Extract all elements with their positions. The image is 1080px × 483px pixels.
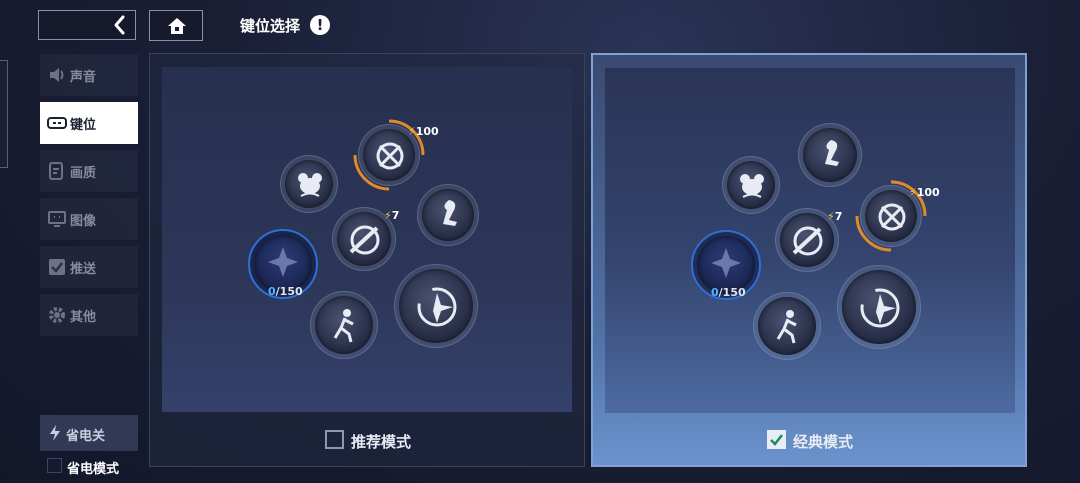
chevron-left-icon xyxy=(114,15,125,35)
evade-skill-button[interactable] xyxy=(310,291,378,359)
skill-charge-badge: ⚡7 xyxy=(384,209,399,222)
page-title: 键位选择 xyxy=(240,17,301,35)
bear-icon xyxy=(740,174,764,198)
home-button[interactable] xyxy=(149,10,203,41)
layout-panel-recommended[interactable]: ⚡100 ⚡7 0/150 推荐模式 xyxy=(149,53,585,467)
checkmark-icon xyxy=(770,434,783,446)
power-saving-button[interactable]: 省电关 xyxy=(40,415,138,451)
ultimate-total: /150 xyxy=(718,286,746,299)
running-girl-icon xyxy=(333,309,354,343)
bolt-icon: ⚡ xyxy=(408,125,416,138)
mode-checkbox-classic[interactable] xyxy=(767,430,786,449)
sidebar-item-other[interactable]: 其他 xyxy=(40,294,138,336)
special-skill-button[interactable] xyxy=(394,264,478,348)
bolt-icon: ⚡ xyxy=(827,210,835,223)
sidebar-item-image[interactable]: 图像 xyxy=(40,198,138,240)
sidebar-item-sound[interactable]: 声音 xyxy=(40,54,138,96)
side-edge-tab xyxy=(0,60,8,168)
energy-badge: ⚡100 xyxy=(408,125,439,138)
energy-value: 100 xyxy=(415,125,439,138)
ultimate-current: 0 xyxy=(268,285,276,298)
bolt-icon: ⚡ xyxy=(384,209,392,222)
layout-preview: ⚡100 ⚡7 0/150 xyxy=(162,67,572,412)
bear-icon xyxy=(298,173,322,197)
skill-charge-badge: ⚡7 xyxy=(827,210,842,223)
phone-quality-icon xyxy=(49,162,63,180)
mode-label: 经典模式 xyxy=(793,433,854,451)
sidebar-item-keybind[interactable]: 键位 xyxy=(40,102,138,144)
dodge-skill-button[interactable] xyxy=(722,156,780,214)
bolt-icon: ⚡ xyxy=(909,186,917,199)
power-mode-label: 省电模式 xyxy=(67,462,120,477)
ultimate-energy-counter: 0/150 xyxy=(268,285,303,298)
kick-skill-button[interactable] xyxy=(417,184,479,246)
evade-skill-button[interactable] xyxy=(753,292,821,360)
skill-charge-value: 7 xyxy=(391,209,400,222)
running-girl-icon xyxy=(776,310,797,344)
energy-value: 100 xyxy=(916,186,940,199)
home-icon xyxy=(168,18,186,34)
back-button[interactable] xyxy=(38,10,136,40)
ultimate-emblem-icon xyxy=(711,248,741,278)
ultimate-emblem-icon xyxy=(268,247,298,277)
dodge-skill-button[interactable] xyxy=(280,155,338,213)
gear-icon xyxy=(49,307,65,323)
kick-icon xyxy=(443,200,457,226)
sidebar-item-label: 图像 xyxy=(70,214,97,229)
sidebar-item-quality[interactable]: 画质 xyxy=(40,150,138,192)
layout-panel-classic[interactable]: ⚡100 ⚡7 0/150 经典模式 xyxy=(591,53,1027,467)
info-icon[interactable]: ! xyxy=(310,15,330,35)
checkbox-icon xyxy=(49,259,65,275)
swirl-icon xyxy=(417,287,457,327)
slash-icon xyxy=(349,225,380,255)
power-mode-checkbox[interactable] xyxy=(47,458,62,473)
kick-skill-button[interactable] xyxy=(798,123,862,187)
speaker-icon xyxy=(50,68,64,82)
skill-charge-value: 7 xyxy=(834,210,843,223)
kick-icon xyxy=(825,140,839,166)
monitor-icon xyxy=(48,211,66,227)
mode-checkbox-recommended[interactable] xyxy=(325,430,344,449)
slash-icon xyxy=(792,226,823,256)
sidebar-item-label: 键位 xyxy=(70,118,97,133)
power-saving-label: 省电关 xyxy=(66,429,106,444)
ultimate-energy-counter: 0/150 xyxy=(711,286,746,299)
layout-preview: ⚡100 ⚡7 0/150 xyxy=(605,68,1015,413)
sidebar-item-label: 画质 xyxy=(70,166,97,181)
ultimate-current: 0 xyxy=(711,286,719,299)
lightning-icon xyxy=(50,425,60,441)
ultimate-total: /150 xyxy=(275,285,303,298)
sidebar-item-push[interactable]: 推送 xyxy=(40,246,138,288)
sidebar-item-label: 其他 xyxy=(70,310,97,325)
special-skill-button[interactable] xyxy=(837,265,921,349)
gamepad-icon xyxy=(47,117,67,129)
mode-label: 推荐模式 xyxy=(351,433,412,451)
energy-badge: ⚡100 xyxy=(909,186,940,199)
swirl-icon xyxy=(860,288,900,328)
sidebar-item-label: 推送 xyxy=(70,262,97,277)
sidebar-item-label: 声音 xyxy=(70,70,97,85)
